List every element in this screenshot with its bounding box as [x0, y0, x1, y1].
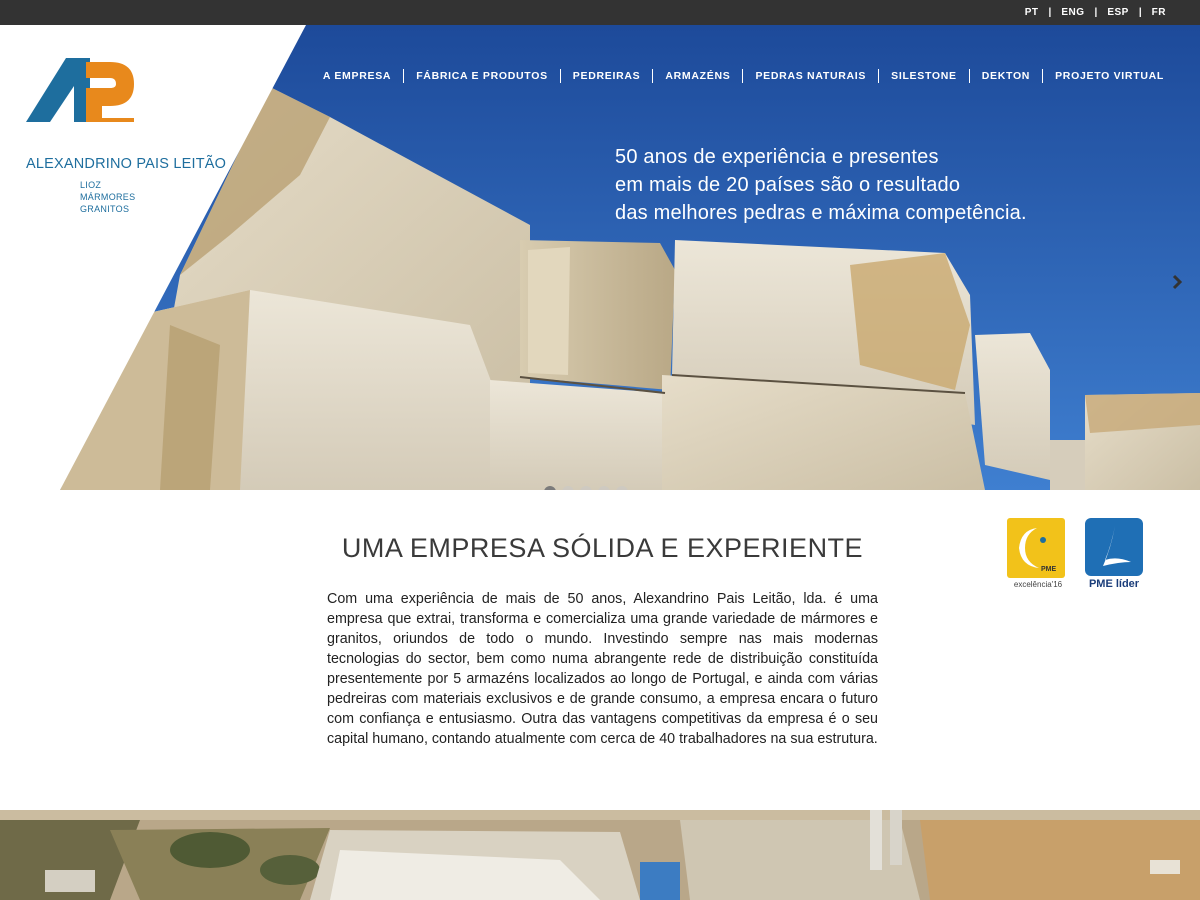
nav-fabrica-e-produtos[interactable]: FÁBRICA E PRODUTOS [404, 70, 560, 82]
tagline-line: GRANITOS [80, 204, 130, 214]
slider-dot[interactable] [580, 486, 592, 490]
lang-esp[interactable]: ESP [1097, 7, 1139, 18]
hero-tagline: 50 anos de experiência e presentes em ma… [615, 143, 1027, 227]
nav-pedreiras[interactable]: PEDREIRAS [561, 70, 653, 82]
nav-dekton[interactable]: DEKTON [970, 70, 1042, 82]
nav-a-empresa[interactable]: A EMPRESA [311, 70, 403, 82]
hero-tagline-line: das melhores pedras e máxima competência… [615, 202, 1027, 224]
pme-excelencia-badge[interactable]: PME excelência'16 [1005, 518, 1067, 592]
tagline-line: MÁRMORES [80, 192, 136, 202]
slider-pagination [544, 486, 628, 490]
nav-silestone[interactable]: SILESTONE [879, 70, 969, 82]
slider-dot[interactable] [616, 486, 628, 490]
company-logo[interactable]: ALEXANDRINO PAIS LEITÃO LIOZ MÁRMORES GR… [24, 58, 234, 218]
pme-lider-badge[interactable]: PME líder [1084, 518, 1144, 592]
pme-lider-caption: PME líder [1088, 578, 1140, 590]
language-switcher: PT | ENG | ESP | FR [1015, 0, 1176, 25]
language-bar: PT | ENG | ESP | FR [0, 0, 1200, 25]
chevron-right-icon[interactable] [1166, 267, 1188, 297]
pme-excelencia-caption: excelência'16 [1013, 580, 1063, 589]
slider-dot[interactable] [562, 486, 574, 490]
hero-tagline-line: em mais de 20 países são o resultado [615, 174, 961, 196]
aerial-quarry-photo [0, 810, 1200, 900]
lang-fr[interactable]: FR [1142, 7, 1176, 18]
slider-dot[interactable] [544, 486, 556, 490]
logo-mark-icon [26, 58, 134, 122]
company-name: ALEXANDRINO PAIS LEITÃO [26, 156, 227, 172]
pme-lider-icon [1085, 518, 1143, 576]
nav-armazens[interactable]: ARMAZÉNS [653, 70, 742, 82]
slider-dot[interactable] [598, 486, 610, 490]
pme-badge-inner-label: PME [1041, 566, 1057, 573]
company-description: Com uma experiência de mais de 50 anos, … [327, 591, 878, 747]
hero-tagline-line: 50 anos de experiência e presentes [615, 146, 939, 168]
nav-projeto-virtual[interactable]: PROJETO VIRTUAL [1043, 70, 1176, 82]
section-heading: UMA EMPRESA SÓLIDA E EXPERIENTE [341, 533, 864, 563]
nav-pedras-naturais[interactable]: PEDRAS NATURAIS [743, 70, 878, 82]
hero-slider: ALEXANDRINO PAIS LEITÃO LIOZ MÁRMORES GR… [0, 25, 1200, 490]
tagline-line: LIOZ [80, 180, 102, 190]
pme-excelencia-icon [1007, 518, 1065, 578]
lang-eng[interactable]: ENG [1051, 7, 1094, 18]
lang-pt[interactable]: PT [1015, 7, 1049, 18]
company-tagline: LIOZ MÁRMORES GRANITOS [80, 179, 135, 215]
main-navigation: A EMPRESA FÁBRICA E PRODUTOS PEDREIRAS A… [311, 69, 1176, 83]
